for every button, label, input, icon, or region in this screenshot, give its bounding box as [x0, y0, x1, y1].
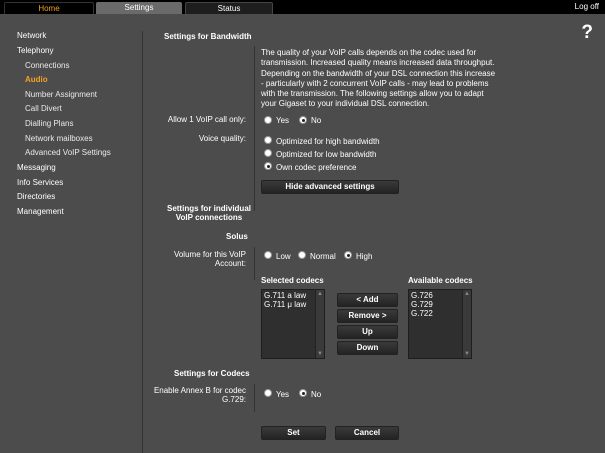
volume-low-radio[interactable] — [264, 251, 272, 259]
add-codec-button[interactable]: < Add — [337, 293, 398, 307]
voice-own-codec-label: Own codec preference — [276, 163, 357, 172]
individual-title-line1: Settings for individual — [166, 204, 251, 213]
selected-codec-item[interactable]: G.711 a law — [264, 291, 306, 300]
available-codecs-list[interactable]: G.726 G.729 G.722 ▲ ▼ — [408, 289, 472, 359]
scroll-up-icon[interactable]: ▲ — [463, 290, 471, 298]
scroll-up-icon[interactable]: ▲ — [316, 290, 324, 298]
allow-one-call-no-label: No — [311, 116, 322, 125]
available-codec-item[interactable]: G.729 — [411, 300, 433, 309]
annex-b-no-label: No — [311, 390, 322, 399]
sidebar-item-network[interactable]: Network — [17, 31, 46, 40]
annex-b-label-line2: G.729: — [221, 395, 246, 404]
scroll-down-icon[interactable]: ▼ — [316, 350, 324, 358]
volume-high-label: High — [356, 252, 373, 261]
allow-one-call-yes-label: Yes — [276, 116, 290, 125]
sidebar-item-dialling-plans[interactable]: Dialling Plans — [25, 119, 73, 128]
voice-low-bandwidth-radio[interactable] — [264, 149, 272, 157]
available-codec-item[interactable]: G.726 — [411, 291, 433, 300]
scroll-down-icon[interactable]: ▼ — [463, 350, 471, 358]
sidebar-item-directories[interactable]: Directories — [17, 192, 55, 201]
tab-settings[interactable]: Settings — [96, 2, 182, 14]
volume-normal-radio[interactable] — [298, 251, 306, 259]
settings-page: ? Network Telephony Connections Audio Nu… — [0, 14, 605, 453]
form-divider — [254, 46, 255, 211]
account-name: Solus — [226, 232, 248, 241]
move-up-button[interactable]: Up — [337, 325, 398, 339]
help-icon[interactable]: ? — [581, 22, 593, 44]
cancel-button[interactable]: Cancel — [335, 426, 399, 440]
individual-section-title: Settings for individual VoIP connections — [164, 204, 254, 222]
available-codec-item[interactable]: G.722 — [411, 309, 433, 318]
volume-label: Volume for this VoIP Account: — [160, 250, 246, 268]
annex-b-yes-label: Yes — [276, 390, 290, 399]
allow-one-call-yes-radio[interactable] — [264, 116, 272, 124]
selected-codecs-title: Selected codecs — [261, 276, 324, 285]
voice-low-bandwidth-label: Optimized for low bandwidth — [276, 150, 377, 159]
logoff-link[interactable]: Log off — [575, 2, 599, 11]
set-button[interactable]: Set — [261, 426, 326, 440]
sidebar-item-info-services[interactable]: Info Services — [17, 178, 63, 187]
individual-title-line2: VoIP connections — [175, 213, 243, 222]
annex-b-yes-radio[interactable] — [264, 389, 272, 397]
sidebar-item-connections[interactable]: Connections — [25, 61, 69, 70]
volume-label-line2: Account: — [214, 259, 246, 268]
voice-high-bandwidth-label: Optimized for high bandwidth — [276, 137, 380, 146]
allow-one-call-no-radio[interactable] — [299, 116, 307, 124]
volume-label-line1: Volume for this VoIP — [173, 250, 246, 259]
annex-b-label: Enable Annex B for codec G.729: — [150, 386, 246, 404]
sidebar-item-network-mailboxes[interactable]: Network mailboxes — [25, 134, 93, 143]
allow-one-call-label: Allow 1 VoIP call only: — [167, 115, 246, 124]
sidebar-item-call-divert[interactable]: Call Divert — [25, 104, 62, 113]
voice-quality-label: Voice quality: — [198, 134, 246, 143]
bandwidth-description: The quality of your VoIP calls depends o… — [261, 48, 496, 109]
volume-low-label: Low — [276, 252, 291, 261]
selected-codecs-list[interactable]: G.711 a law G.711 μ law ▲ ▼ — [261, 289, 325, 359]
annex-divider — [254, 384, 255, 412]
voice-high-bandwidth-radio[interactable] — [264, 136, 272, 144]
codec-settings-title: Settings for Codecs — [174, 369, 250, 378]
selected-codec-item[interactable]: G.711 μ law — [264, 300, 306, 309]
volume-normal-label: Normal — [310, 252, 336, 261]
remove-codec-button[interactable]: Remove > — [337, 309, 398, 323]
volume-divider — [254, 247, 255, 280]
sidebar-item-audio[interactable]: Audio — [25, 75, 48, 84]
annex-b-no-radio[interactable] — [299, 389, 307, 397]
annex-b-label-line1: Enable Annex B for codec — [153, 386, 246, 395]
selected-codecs-scrollbar[interactable]: ▲ ▼ — [315, 290, 324, 358]
sidebar-divider — [142, 31, 143, 453]
voice-own-codec-radio[interactable] — [264, 162, 272, 170]
sidebar-item-management[interactable]: Management — [17, 207, 64, 216]
bandwidth-section-title: Settings for Bandwidth — [164, 32, 252, 41]
sidebar-item-number-assignment[interactable]: Number Assignment — [25, 90, 97, 99]
hide-advanced-settings-button[interactable]: Hide advanced settings — [261, 180, 399, 194]
available-codecs-title: Available codecs — [408, 276, 473, 285]
top-navigation-bar: Home Settings Status Log off — [0, 0, 605, 15]
sidebar-item-advanced-voip[interactable]: Advanced VoIP Settings — [25, 148, 111, 157]
move-down-button[interactable]: Down — [337, 341, 398, 355]
sidebar-item-messaging[interactable]: Messaging — [17, 163, 56, 172]
available-codecs-scrollbar[interactable]: ▲ ▼ — [462, 290, 471, 358]
sidebar-item-telephony[interactable]: Telephony — [17, 46, 53, 55]
volume-high-radio[interactable] — [344, 251, 352, 259]
